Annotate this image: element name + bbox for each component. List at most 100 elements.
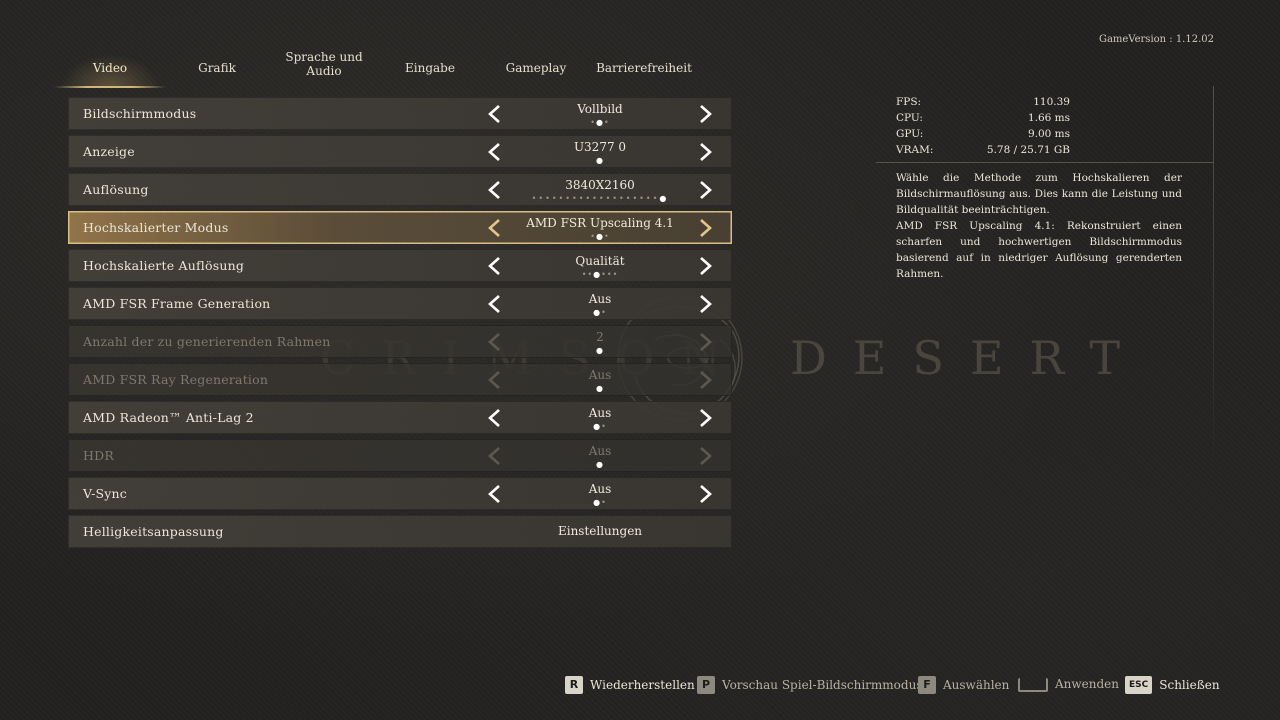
- setting-label: Anzeige: [83, 144, 135, 159]
- info-panel: FPS: 110.39 CPU: 1.66 ms GPU: 9.00 ms VRAM:…: [876, 86, 1214, 480]
- setting-row-hdr: HDR Aus ●: [68, 439, 732, 472]
- option-position-indicator: ●•: [593, 308, 607, 317]
- key-esc-icon: ESC: [1125, 676, 1153, 694]
- chevron-left-icon[interactable]: [485, 484, 505, 504]
- setting-row-bildschirmmodus[interactable]: Bildschirmmodus Vollbild •●•: [68, 97, 732, 130]
- option-position-indicator: ●: [596, 156, 604, 165]
- option-position-indicator: ●•: [593, 422, 607, 431]
- option-position-indicator: •●•: [590, 118, 610, 127]
- setting-label: Bildschirmmodus: [83, 106, 197, 121]
- setting-value: Qualität: [575, 254, 625, 268]
- game-version: GameVersion : 1.12.02: [1098, 34, 1214, 45]
- setting-description: Wähle die Methode zum Hochskalieren der …: [896, 170, 1182, 282]
- chevron-left-icon[interactable]: [485, 408, 505, 428]
- tab-bar: Video Grafik Sprache und Audio Eingabe G…: [54, 50, 734, 88]
- chevron-right-icon[interactable]: [695, 218, 715, 238]
- close-button[interactable]: ESC Schließen: [1125, 676, 1220, 694]
- setting-row-aufloesung[interactable]: Auflösung 3840X2160 •••••••••••••••••••●: [68, 173, 732, 206]
- chevron-right-icon[interactable]: [695, 408, 715, 428]
- key-p-icon: P: [697, 676, 715, 694]
- setting-label: HDR: [83, 448, 114, 463]
- setting-label: AMD FSR Ray Regeneration: [83, 372, 269, 387]
- setting-label: V-Sync: [83, 486, 127, 501]
- setting-row-hochskalierte-aufloesung[interactable]: Hochskalierte Auflösung Qualität ••●•••: [68, 249, 732, 282]
- tab-label: Gameplay: [505, 61, 567, 75]
- setting-label: AMD Radeon™ Anti-Lag 2: [83, 410, 254, 425]
- setting-value: Aus: [588, 406, 612, 420]
- chevron-right-icon: [695, 370, 715, 390]
- setting-row-hochskalierter-modus[interactable]: Hochskalierter Modus AMD FSR Upscaling 4.…: [68, 211, 732, 244]
- settings-list: Bildschirmmodus Vollbild •●• Anzeige U3277 0…: [68, 97, 732, 553]
- setting-value: Aus: [588, 444, 612, 458]
- preview-display-mode-button[interactable]: P Vorschau Spiel-Bildschirmmodus: [697, 676, 922, 694]
- chevron-left-icon: [485, 332, 505, 352]
- setting-value: Aus: [588, 292, 612, 306]
- performance-stats: FPS: 110.39 CPU: 1.66 ms GPU: 9.00 ms VRAM:…: [896, 94, 1070, 158]
- option-position-indicator: ●: [596, 346, 604, 355]
- option-position-indicator: •●•: [590, 232, 610, 241]
- setting-label: Helligkeitsanpassung: [83, 524, 224, 539]
- chevron-right-icon[interactable]: [695, 180, 715, 200]
- setting-row-anti-lag-2[interactable]: AMD Radeon™ Anti-Lag 2 Aus ●•: [68, 401, 732, 434]
- setting-label: Hochskalierter Modus: [83, 220, 229, 235]
- chevron-left-icon[interactable]: [485, 180, 505, 200]
- stat-gpu: GPU: 9.00 ms: [896, 128, 1070, 140]
- tab-gameplay[interactable]: Gameplay: [490, 50, 582, 86]
- key-f-icon: F: [918, 676, 936, 694]
- stat-cpu: CPU: 1.66 ms: [896, 112, 1070, 124]
- chevron-right-icon: [695, 332, 715, 352]
- setting-value: Vollbild: [577, 102, 623, 116]
- chevron-left-icon[interactable]: [485, 294, 505, 314]
- chevron-right-icon[interactable]: [695, 142, 715, 162]
- tab-label: Barrierefreiheit: [596, 61, 692, 75]
- setting-row-fsr-ray-regeneration: AMD FSR Ray Regeneration Aus ●: [68, 363, 732, 396]
- panel-divider-vertical: [1213, 86, 1214, 480]
- setting-value: Aus: [588, 482, 612, 496]
- setting-label: AMD FSR Frame Generation: [83, 296, 271, 311]
- tab-video[interactable]: Video: [54, 50, 166, 88]
- chevron-right-icon: [695, 446, 715, 466]
- chevron-left-icon: [485, 446, 505, 466]
- tab-grafik[interactable]: Grafik: [172, 50, 262, 86]
- panel-divider-horizontal: [876, 162, 1214, 163]
- setting-row-anzeige[interactable]: Anzeige U3277 0 ●: [68, 135, 732, 168]
- settings-button-label[interactable]: Einstellungen: [518, 515, 682, 548]
- key-r-icon: R: [565, 676, 583, 694]
- chevron-left-icon[interactable]: [485, 218, 505, 238]
- setting-label: Anzahl der zu generierenden Rahmen: [83, 334, 331, 349]
- select-button[interactable]: F Auswählen: [918, 676, 1009, 694]
- setting-row-fsr-frame-generation[interactable]: AMD FSR Frame Generation Aus ●•: [68, 287, 732, 320]
- tab-eingabe[interactable]: Eingabe: [384, 50, 476, 86]
- chevron-left-icon: [485, 370, 505, 390]
- option-position-indicator: ●•: [593, 498, 607, 507]
- setting-value: 2: [596, 330, 604, 344]
- tab-sprache-audio[interactable]: Sprache und Audio: [276, 42, 372, 86]
- setting-row-helligkeitsanpassung[interactable]: Helligkeitsanpassung Einstellungen: [68, 515, 732, 548]
- setting-row-v-sync[interactable]: V-Sync Aus ●•: [68, 477, 732, 510]
- chevron-left-icon[interactable]: [485, 256, 505, 276]
- option-position-indicator: ●: [596, 384, 604, 393]
- chevron-left-icon[interactable]: [485, 104, 505, 124]
- chevron-right-icon[interactable]: [695, 104, 715, 124]
- setting-label: Auflösung: [83, 182, 149, 197]
- chevron-left-icon[interactable]: [485, 142, 505, 162]
- apply-button[interactable]: Anwenden: [1018, 676, 1119, 692]
- tab-label: Sprache und Audio: [285, 50, 363, 78]
- footer-hints: R Wiederherstellen P Vorschau Spiel-Bildsc…: [0, 676, 1280, 698]
- stat-vram: VRAM: 5.78 / 25.71 GB: [896, 144, 1070, 156]
- restore-defaults-button[interactable]: R Wiederherstellen: [565, 676, 695, 694]
- chevron-right-icon[interactable]: [695, 484, 715, 504]
- chevron-right-icon[interactable]: [695, 256, 715, 276]
- stat-fps: FPS: 110.39: [896, 96, 1070, 108]
- tab-label: Video: [92, 61, 128, 75]
- description-line-2: AMD FSR Upscaling 4.1: Rekonstruiert ein…: [896, 220, 1182, 280]
- setting-row-anzahl-rahmen: Anzahl der zu generierenden Rahmen 2 ●: [68, 325, 732, 358]
- setting-value: 3840X2160: [565, 178, 635, 192]
- option-position-indicator: •••••••••••••••••••●: [531, 194, 669, 203]
- setting-value: Aus: [588, 368, 612, 382]
- key-space-icon: [1018, 678, 1048, 692]
- chevron-right-icon[interactable]: [695, 294, 715, 314]
- tab-barrierefreiheit[interactable]: Barrierefreiheit: [594, 50, 694, 86]
- setting-value: AMD FSR Upscaling 4.1: [526, 216, 674, 230]
- setting-label: Hochskalierte Auflösung: [83, 258, 245, 273]
